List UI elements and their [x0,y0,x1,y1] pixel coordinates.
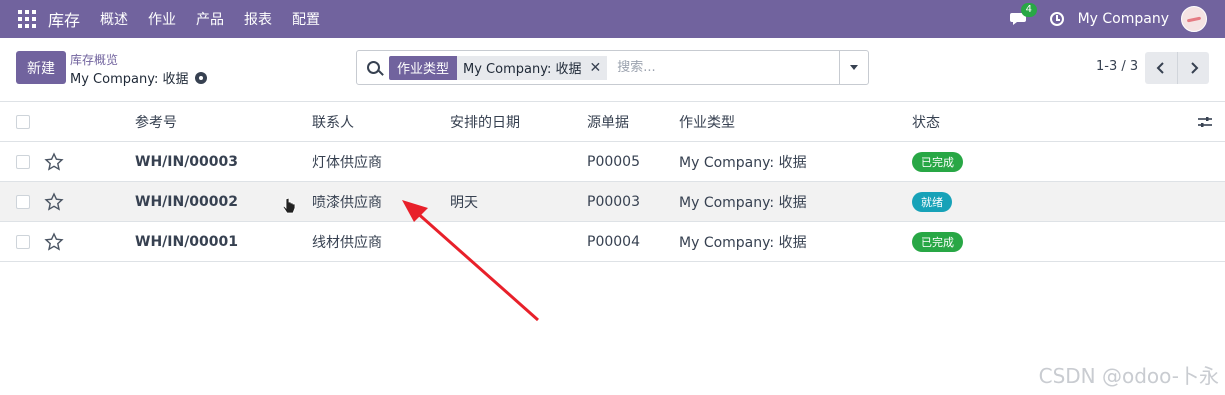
menu-item-configuration[interactable]: 配置 [282,9,330,29]
chevron-down-icon [850,65,858,70]
column-header-reference[interactable]: 参考号 [135,112,177,132]
column-header-status[interactable]: 状态 [912,112,940,132]
control-panel: 新建 库存概览 My Company: 收据 作业类型 My Company: … [0,38,1225,102]
table-row[interactable]: WH/IN/00001 线材供应商 P00004 My Company: 收据 … [0,222,1225,262]
user-avatar[interactable] [1181,6,1207,32]
watermark: CSDN @odoo-卜永 [1038,364,1219,388]
optional-columns-icon[interactable] [1197,115,1213,129]
navbar-right: 4 My Company [1009,0,1225,38]
status-badge: 已完成 [912,231,963,252]
cell-operation-type: My Company: 收据 [679,154,807,171]
page-title: My Company: 收据 [70,72,189,87]
cell-source: P00004 [587,233,640,250]
cell-date: 明天 [450,194,478,211]
breadcrumb-parent[interactable]: 库存概览 [70,51,118,68]
pager-value[interactable]: 1-3 / 3 [1096,59,1138,74]
table-row[interactable]: WH/IN/00002 喷漆供应商 明天 P00003 My Company: … [0,182,1225,222]
cell-contact: 灯体供应商 [312,154,382,171]
cell-source: P00005 [587,153,640,170]
star-icon[interactable] [44,191,64,212]
row-checkbox[interactable] [16,194,30,209]
new-button[interactable]: 新建 [16,51,66,84]
breadcrumb-current: My Company: 收据 [70,68,208,87]
select-all-checkbox[interactable] [16,114,30,129]
menu-item-operations[interactable]: 作业 [138,9,186,29]
cell-source: P00003 [587,193,640,210]
pager-previous-button[interactable] [1145,52,1177,84]
menu-item-overview[interactable]: 概述 [90,9,138,29]
column-header-scheduled-date[interactable]: 安排的日期 [450,112,520,132]
cell-reference: WH/IN/00003 [135,153,239,170]
table-header: 参考号 联系人 安排的日期 源单据 作业类型 状态 [0,102,1225,142]
facet-value-text: My Company: 收据 [463,62,582,77]
cell-contact: 线材供应商 [312,234,382,251]
close-icon[interactable]: ✕ [589,60,601,76]
gear-icon[interactable] [195,71,208,84]
main-menu: 概述 作业 产品 报表 配置 [90,9,330,29]
cell-reference: WH/IN/00001 [135,233,239,250]
cell-operation-type: My Company: 收据 [679,194,807,211]
row-checkbox[interactable] [16,234,30,249]
pager-next-button[interactable] [1177,52,1209,84]
top-navbar: 库存 概述 作业 产品 报表 配置 4 My Company [0,0,1225,38]
cell-operation-type: My Company: 收据 [679,234,807,251]
row-checkbox[interactable] [16,154,30,169]
table-row[interactable]: WH/IN/00003 灯体供应商 P00005 My Company: 收据 … [0,142,1225,182]
status-badge: 已完成 [912,151,963,172]
star-icon[interactable] [44,151,64,172]
search-options-toggle[interactable] [839,51,868,84]
list-table: 参考号 联系人 安排的日期 源单据 作业类型 状态 WH/IN/00003 灯体… [0,102,1225,262]
column-header-source-document[interactable]: 源单据 [587,112,629,132]
column-header-operation-type[interactable]: 作业类型 [679,112,735,132]
chevron-right-icon [1190,62,1198,74]
menu-item-products[interactable]: 产品 [186,9,234,29]
search-icon[interactable] [367,61,380,74]
hand-cursor-icon [282,197,296,214]
search-facet: 作业类型 My Company: 收据 ✕ [389,55,608,80]
search-input[interactable] [617,60,838,75]
chevron-left-icon [1156,62,1164,74]
app-grid-icon[interactable] [18,10,36,28]
menu-item-reporting[interactable]: 报表 [234,9,282,29]
column-header-contact[interactable]: 联系人 [312,112,354,132]
chat-icon[interactable]: 4 [1009,3,1037,27]
star-icon[interactable] [44,231,64,252]
status-badge: 就绪 [912,191,952,212]
activity-clock-icon[interactable] [1049,12,1064,26]
app-name[interactable]: 库存 [48,7,80,31]
facet-label: 作业类型 [389,55,458,80]
facet-value: My Company: 收据 ✕ [457,55,608,80]
cell-reference: WH/IN/00002 [135,193,239,210]
chat-count-badge: 4 [1020,3,1037,17]
company-switcher[interactable]: My Company [1078,11,1169,27]
search-bar: 作业类型 My Company: 收据 ✕ [356,50,869,85]
cell-contact: 喷漆供应商 [312,194,382,211]
